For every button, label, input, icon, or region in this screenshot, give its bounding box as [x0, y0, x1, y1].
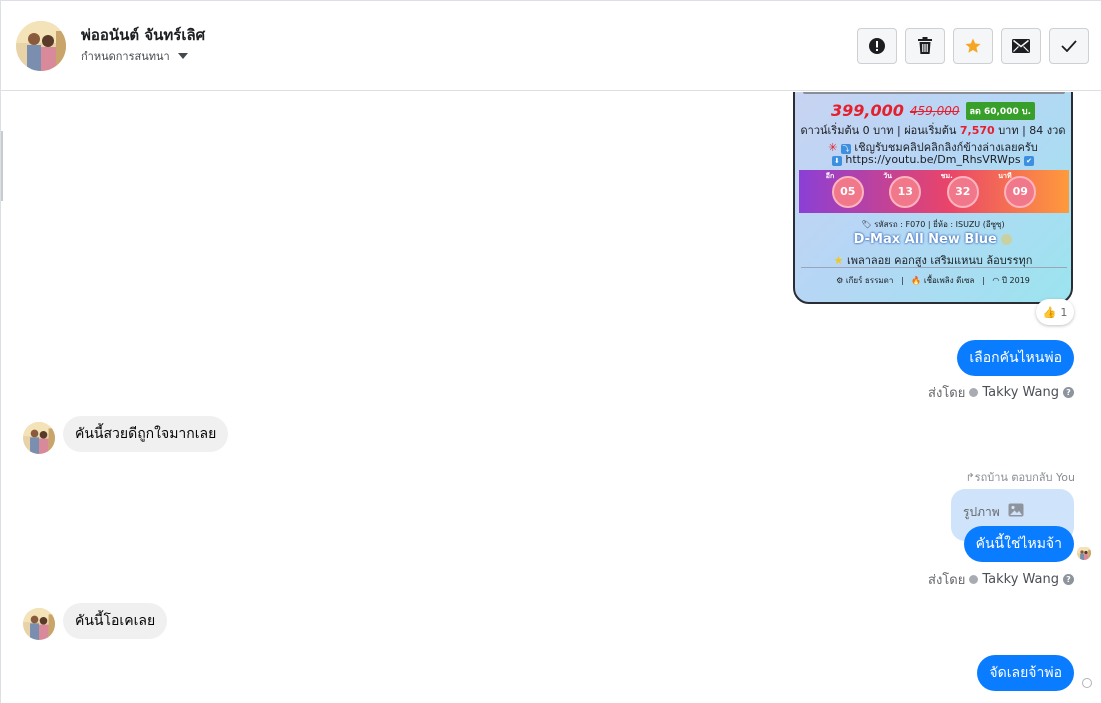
report-button[interactable] — [857, 28, 897, 64]
card-divider — [801, 267, 1067, 268]
sent-status-icon — [1082, 678, 1092, 688]
down-suffix: บาท | 84 งวด — [998, 124, 1066, 137]
conversation-header: พ่ออนันต์ จันทร์เลิศ กำหนดการสนทนา — [1, 1, 1101, 91]
check-icon — [1061, 40, 1077, 52]
trash-icon — [918, 37, 932, 54]
down-payment-line: ดาวน์เริ่มต้น 0 บาท | ผ่อนเริ่มต้น 7,570… — [795, 121, 1071, 139]
countdown-days: อีก 05 — [826, 172, 864, 208]
down-mid: บาท | ผ่อนเริ่มต้น — [873, 124, 957, 137]
mark-unread-button[interactable] — [1001, 28, 1041, 64]
help-icon[interactable]: ? — [1063, 387, 1074, 398]
sent-by-label: ส่งโดย — [928, 573, 966, 588]
link-line: ⬇ https://youtu.be/Dm_RhsVRWps ✔ — [795, 153, 1071, 166]
down-arrow-icon: ⬇ — [831, 156, 842, 166]
outgoing-message[interactable]: เลือกคันไหนพ่อ — [957, 340, 1074, 376]
image-icon — [1008, 503, 1024, 517]
down-prefix: ดาวน์เริ่มต้น — [800, 124, 860, 137]
details-line: ⚙ เกียร์ ธรรมดา | 🔥 เชื้อเพลิง ดีเซล | ◠… — [836, 276, 1030, 285]
shared-image-card[interactable]: 399,000 459,000 ลด 60,000 บ. ดาวน์เริ่มต… — [793, 92, 1073, 304]
countdown-value: 13 — [897, 185, 913, 198]
spec-text: รหัสรถ : F070 | ยี่ห้อ : ISUZU (อีซูซุ) — [874, 220, 1005, 229]
message-list[interactable]: 399,000 459,000 ลด 60,000 บ. ดาวน์เริ่มต… — [1, 92, 1101, 703]
countdown-label: วัน — [883, 171, 892, 180]
assign-conversation-label: กำหนดการสนทนา — [81, 50, 170, 63]
contact-avatar[interactable] — [16, 21, 66, 71]
price: 399,000 — [831, 101, 904, 120]
down-value: 0 — [862, 124, 870, 137]
contact-avatar-small[interactable] — [23, 608, 55, 640]
countdown-value: 09 — [1012, 185, 1028, 198]
checkbox-icon: ✔ — [1024, 156, 1035, 166]
incoming-message[interactable]: คันนี้โอเคเลย — [63, 603, 168, 639]
agent-name[interactable]: Takky Wang — [982, 572, 1059, 587]
countdown-label: อีก — [825, 171, 835, 180]
card-top-bar — [803, 92, 1065, 94]
thumbs-up-icon: 👍 — [1042, 305, 1057, 319]
old-price: 459,000 — [909, 103, 960, 118]
discount-badge: ลด 60,000 บ. — [965, 101, 1035, 120]
reaction-badge[interactable]: 👍 1 — [1036, 299, 1074, 325]
sent-by-label: ส่งโดย — [928, 386, 966, 401]
tag-icon: 🏷 — [861, 220, 872, 229]
agent-name[interactable]: Takky Wang — [982, 385, 1059, 400]
header-actions — [857, 28, 1089, 64]
sent-by-line: ส่งโดย Takky Wang ? — [928, 382, 1074, 403]
outgoing-message[interactable]: จัดเลยจ้าพ่อ — [977, 655, 1074, 691]
installment-value: 7,570 — [959, 124, 995, 137]
spec-line: 🏷 รหัสรถ : F070 | ยี่ห้อ : ISUZU (อีซูซุ… — [795, 218, 1071, 231]
check-circle-icon — [969, 388, 979, 397]
countdown-seconds: นาที 09 — [998, 172, 1037, 208]
contact-avatar-small[interactable] — [23, 422, 55, 454]
mark-done-button[interactable] — [1049, 28, 1089, 64]
countdown-value: 05 — [840, 185, 856, 198]
countdown-minutes: ชม. 32 — [941, 172, 979, 208]
fuel-icon: 🔥 — [911, 276, 922, 285]
assign-conversation-dropdown[interactable]: กำหนดการสนทนา — [81, 47, 188, 65]
calendar-icon: ◠ — [992, 276, 1000, 285]
seen-avatar — [1077, 546, 1091, 560]
help-icon[interactable]: ? — [1063, 574, 1074, 585]
contact-name[interactable]: พ่ออนันต์ จันทร์เลิศ — [81, 23, 205, 47]
outgoing-message[interactable]: คันนี้ใช่ไหมจ้า — [963, 526, 1074, 562]
verified-icon — [1001, 234, 1013, 245]
gear-icon: ⚙ — [836, 276, 844, 285]
countdown-strip: อีก 05 วัน 13 ชม. 32 นาที 09 — [799, 170, 1069, 213]
caret-down-icon — [177, 53, 188, 59]
sent-by-line: ส่งโดย Takky Wang ? — [928, 569, 1074, 590]
countdown-label: นาที — [998, 171, 1012, 180]
features-text: เพลาลอย คอกสูง เสริมแหนบ ล้อบรรทุก — [846, 254, 1033, 267]
gear-text: เกียร์ ธรรมดา — [845, 276, 894, 285]
check-circle-icon — [969, 575, 979, 584]
reply-note-text: รถบ้าน ตอบกลับ You — [974, 471, 1075, 484]
quoted-reply-text: รูปภาพ — [963, 505, 1000, 519]
reaction-count: 1 — [1060, 305, 1068, 319]
countdown-label: ชม. — [940, 171, 953, 180]
incoming-message[interactable]: คันนี้สวยดีถูกใจมากเลย — [63, 416, 229, 452]
reply-arrow-icon: ↱ — [965, 471, 975, 484]
model-name: D-Max All New Blue — [795, 232, 1071, 247]
reply-note: ↱รถบ้าน ตอบกลับ You — [965, 468, 1075, 486]
price-row: 399,000 459,000 ลด 60,000 บ. — [795, 101, 1071, 120]
countdown-value: 32 — [955, 185, 971, 198]
delete-button[interactable] — [905, 28, 945, 64]
conversation-panel: พ่ออนันต์ จันทร์เลิศ กำหนดการสนทนา 399,0… — [0, 0, 1101, 703]
star-button[interactable] — [953, 28, 993, 64]
model-text: D-Max All New Blue — [853, 232, 997, 247]
countdown-hours: วัน 13 — [883, 172, 922, 208]
star-small-icon: ★ — [833, 254, 844, 267]
envelope-icon — [1012, 39, 1030, 53]
fuel-text: เชื้อเพลิง ดีเซล — [923, 276, 975, 285]
year-text: ปี 2019 — [1001, 276, 1030, 285]
alert-circle-icon — [869, 38, 885, 54]
star-icon — [965, 38, 981, 53]
video-link[interactable]: https://youtu.be/Dm_RhsVRWps — [845, 153, 1020, 166]
